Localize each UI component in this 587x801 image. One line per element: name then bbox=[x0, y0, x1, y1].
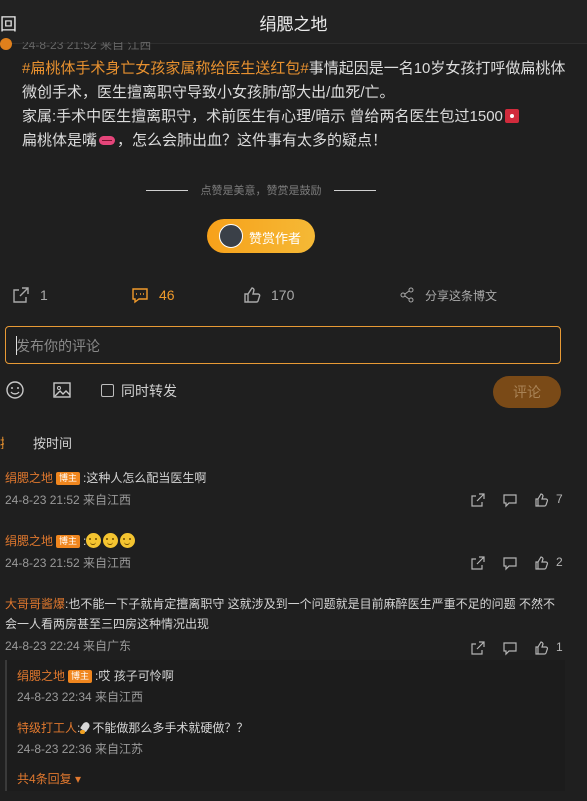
comment-input[interactable] bbox=[14, 333, 548, 359]
comment-item: 大哥哥酱爆:也不能一下子就肯定擅离职守 这就涉及到一个问题就是目前麻醉医生严重不… bbox=[5, 594, 570, 656]
repost-icon bbox=[13, 287, 29, 303]
comment-text: :这种人怎么配当医生啊 bbox=[83, 471, 207, 485]
comment-username[interactable]: 绢腮之地 bbox=[5, 471, 53, 485]
more-replies-link[interactable]: 共4条回复 ▾ bbox=[17, 770, 81, 787]
like-count: 2 bbox=[556, 555, 563, 569]
comment-icon bbox=[132, 288, 148, 304]
reward-hint: 点赞是美意，赞赏是鼓励 bbox=[146, 182, 376, 200]
composer-toolbar: 同时转发 评论 bbox=[0, 376, 587, 408]
smile-face-icon bbox=[86, 533, 102, 548]
topic-tag-link[interactable]: #扁桃体手术身亡女孩家属称给医生送红包# bbox=[22, 60, 309, 77]
like-icon[interactable] bbox=[534, 492, 550, 508]
comment-icon[interactable] bbox=[502, 492, 518, 508]
comment-item: 绢腮之地 博主: 24-8-23 21:52 来自江西 2 bbox=[5, 531, 570, 573]
image-icon[interactable] bbox=[52, 380, 72, 400]
reply-username[interactable]: 特级打工人 bbox=[17, 721, 77, 735]
repost-icon[interactable] bbox=[470, 555, 486, 571]
reply-thread: 绢腮之地 博主:哎 孩子可怜啊 24-8-23 22:34 来自江西 特级打工人:… bbox=[5, 660, 565, 791]
repost-button[interactable]: 1 bbox=[12, 284, 48, 306]
reply-meta: 24-8-23 22:34 来自江西 bbox=[17, 690, 144, 704]
comment-username[interactable]: 大哥哥酱爆 bbox=[5, 597, 65, 611]
like-icon bbox=[244, 287, 261, 303]
emoji-icon[interactable] bbox=[5, 380, 25, 400]
smile-face-icon bbox=[120, 533, 136, 548]
owner-badge: 博主 bbox=[68, 670, 93, 683]
repost-checkbox-label[interactable]: 同时转发 bbox=[121, 381, 177, 401]
like-icon[interactable] bbox=[534, 640, 550, 656]
post-body: #扁桃体手术身亡女孩家属称给医生送红包#事情起因是一名10岁女孩打呼做扁桃体微创… bbox=[22, 57, 567, 153]
red-envelope-icon bbox=[504, 109, 519, 123]
like-icon[interactable] bbox=[534, 555, 550, 571]
post-meta: 24-8-23 21:52 来自 江西 bbox=[22, 42, 152, 50]
like-count: 7 bbox=[556, 492, 563, 506]
sort-by-hot-tab[interactable]: 按热度 bbox=[0, 433, 4, 449]
reply-meta: 24-8-23 22:36 来自江苏 bbox=[17, 742, 144, 756]
repost-icon[interactable] bbox=[470, 640, 486, 656]
page-title: 绢腮之地 bbox=[259, 15, 328, 34]
reward-author-button[interactable]: 赞赏作者 bbox=[207, 219, 315, 253]
text-caret bbox=[16, 336, 17, 355]
author-avatar bbox=[219, 224, 243, 248]
like-count: 1 bbox=[556, 640, 563, 654]
lips-icon bbox=[99, 136, 116, 145]
share-icon bbox=[400, 287, 414, 303]
sort-by-time-tab[interactable]: 按时间 bbox=[33, 433, 72, 452]
comment-actions: 2 bbox=[470, 553, 570, 573]
post-text-3a: 扁桃体是嘴 bbox=[22, 132, 98, 149]
smile-face-icon bbox=[103, 533, 119, 548]
comment-actions: 7 bbox=[470, 490, 570, 510]
comment-icon[interactable] bbox=[502, 555, 518, 571]
reward-author-label: 赞赏作者 bbox=[249, 231, 302, 246]
repost-checkbox[interactable] bbox=[101, 384, 114, 397]
owner-badge: 博主 bbox=[56, 472, 81, 485]
reply-text: 不能做那么多手术就硬做？？ bbox=[92, 721, 249, 735]
comment-actions: 1 bbox=[470, 638, 570, 658]
rocket-icon bbox=[80, 722, 92, 734]
like-button[interactable]: 170 bbox=[243, 284, 294, 306]
repost-icon[interactable] bbox=[470, 492, 486, 508]
reply-item: 绢腮之地 博主:哎 孩子可怜啊 24-8-23 22:34 来自江西 bbox=[17, 666, 174, 707]
comment-input-box[interactable] bbox=[5, 326, 561, 364]
owner-badge: 博主 bbox=[56, 535, 81, 548]
comment-text: :也不能一下子就肯定擅离职守 这就涉及到一个问题就是目前麻醉医生严重不足的问题 … bbox=[5, 597, 556, 631]
reply-username[interactable]: 绢腮之地 bbox=[17, 669, 65, 683]
comment-count-button[interactable]: 46 bbox=[131, 284, 175, 306]
share-button[interactable]: 分享这条博文 bbox=[399, 284, 497, 306]
comment-icon[interactable] bbox=[502, 640, 518, 656]
post-actions: 1 46 170 分享这条博文 bbox=[0, 284, 587, 306]
post-text-2: 家属:手术中医生擅离职守，术前医生有心理/暗示 曾给两名医生包过1500 bbox=[22, 108, 503, 125]
post-text-3b: ，怎么会肺出血？这件事有太多的疑点！ bbox=[117, 132, 388, 149]
submit-comment-button[interactable]: 评论 bbox=[493, 376, 561, 408]
comment-item: 绢腮之地 博主:这种人怎么配当医生啊 24-8-23 21:52 来自江西 7 bbox=[5, 468, 570, 510]
comment-username[interactable]: 绢腮之地 bbox=[5, 534, 53, 548]
reply-text: :哎 孩子可怜啊 bbox=[95, 669, 174, 683]
reply-item: 特级打工人: 不能做那么多手术就硬做？？ 24-8-23 22:36 来自江苏 bbox=[17, 718, 248, 759]
